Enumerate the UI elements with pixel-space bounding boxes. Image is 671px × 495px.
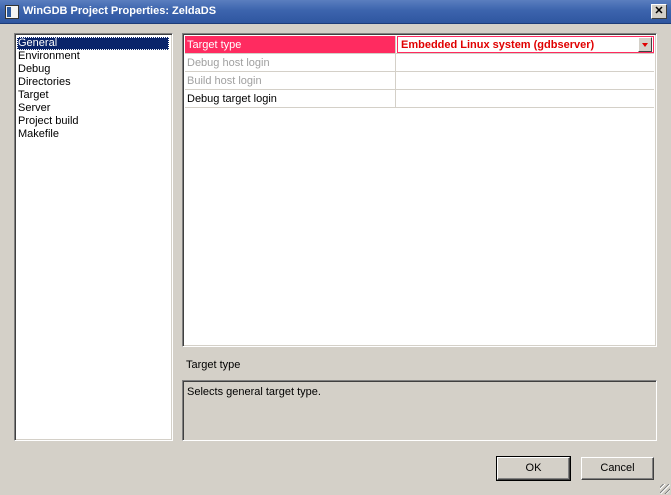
property-name[interactable]: Debug host login <box>185 54 396 71</box>
property-name[interactable]: Build host login <box>185 72 396 89</box>
category-item-general[interactable]: General <box>17 37 169 50</box>
category-item-makefile[interactable]: Makefile <box>17 128 170 141</box>
close-button[interactable]: ✕ <box>651 4 667 19</box>
property-value[interactable] <box>397 72 654 89</box>
resize-grip-icon[interactable] <box>660 484 670 494</box>
property-value: Embedded Linux system (gdbserver) <box>401 39 595 51</box>
property-row-build-host-login[interactable]: Build host login <box>185 72 654 90</box>
property-grid[interactable]: Target type Embedded Linux system (gdbse… <box>182 33 657 347</box>
category-item-target[interactable]: Target <box>17 89 170 102</box>
cancel-button[interactable]: Cancel <box>581 457 654 480</box>
property-value[interactable] <box>397 90 654 107</box>
category-item-debug[interactable]: Debug <box>17 63 170 76</box>
property-row-target-type[interactable]: Target type Embedded Linux system (gdbse… <box>185 36 654 54</box>
property-name[interactable]: Debug target login <box>185 90 396 107</box>
app-window-icon[interactable] <box>5 5 19 19</box>
description-title: Target type <box>186 359 241 371</box>
description-box: Selects general target type. <box>182 380 657 441</box>
property-value[interactable] <box>397 54 654 71</box>
category-item-server[interactable]: Server <box>17 102 170 115</box>
target-type-dropdown[interactable]: Embedded Linux system (gdbserver) <box>397 36 654 53</box>
category-item-environment[interactable]: Environment <box>17 50 170 63</box>
property-row-debug-host-login[interactable]: Debug host login <box>185 54 654 72</box>
ok-button[interactable]: OK <box>496 456 571 481</box>
category-item-directories[interactable]: Directories <box>17 76 170 89</box>
category-list[interactable]: General Environment Debug Directories Ta… <box>14 33 173 441</box>
category-item-project-build[interactable]: Project build <box>17 115 170 128</box>
description-text: Selects general target type. <box>187 386 321 398</box>
property-name[interactable]: Target type <box>185 36 396 53</box>
dropdown-arrow-icon[interactable] <box>638 37 652 52</box>
title-bar[interactable]: WinGDB Project Properties: ZeldaDS ✕ <box>0 0 671 24</box>
property-row-debug-target-login[interactable]: Debug target login <box>185 90 654 108</box>
window-title: WinGDB Project Properties: ZeldaDS <box>23 5 217 17</box>
